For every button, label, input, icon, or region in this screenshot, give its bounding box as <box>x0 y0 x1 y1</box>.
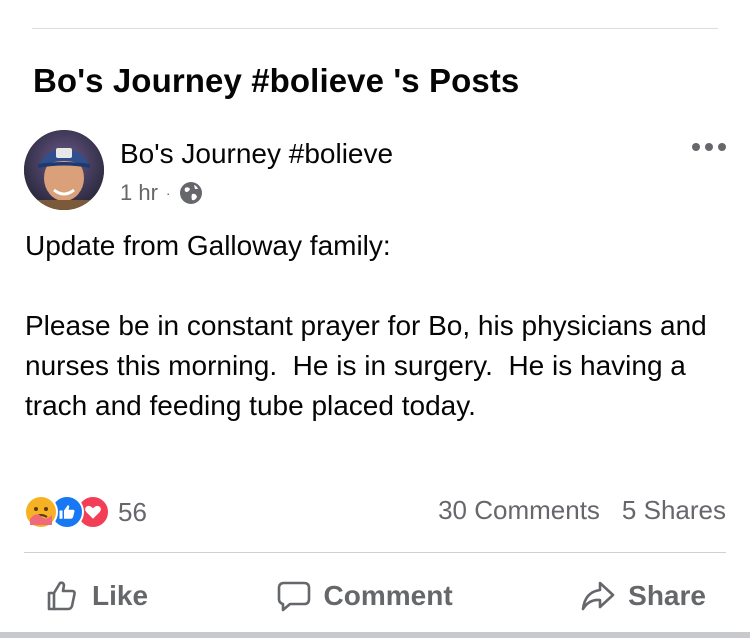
comment-label: Comment <box>323 580 453 611</box>
post-body: Update from Galloway family: Please be i… <box>25 226 725 426</box>
bottom-bar <box>0 632 750 638</box>
post-header: Bo's Journey #bolieve 1 hr · <box>24 128 726 212</box>
post-body-spacer <box>25 266 725 306</box>
comment-button[interactable]: Comment <box>256 578 473 614</box>
post-meta: 1 hr · <box>120 180 203 206</box>
page-title: Bo's Journey #bolieve 's Posts <box>33 62 520 99</box>
actions-divider <box>24 552 726 553</box>
share-arrow-icon <box>581 581 615 611</box>
reaction-count: 56 <box>118 496 147 527</box>
post-body-line: Update from Galloway family: <box>25 230 391 261</box>
meta-separator: · <box>165 185 171 201</box>
comments-count[interactable]: 30 Comments <box>438 495 600 526</box>
post-author[interactable]: Bo's Journey #bolieve <box>120 138 393 170</box>
shares-count[interactable]: 5 Shares <box>622 495 726 526</box>
dot <box>692 143 700 151</box>
post-body-line: Please be in constant prayer for Bo, his… <box>25 310 715 421</box>
globe-icon <box>179 182 202 204</box>
post-time[interactable]: 1 hr <box>120 180 158 206</box>
care-reaction-icon <box>24 495 58 529</box>
thumbs-up-icon <box>47 581 76 611</box>
share-button[interactable]: Share <box>560 578 726 614</box>
reactions-summary[interactable]: 56 <box>24 494 147 530</box>
post-stats: 56 30 Comments 5 Shares <box>24 492 726 532</box>
comment-bubble-icon <box>277 581 310 612</box>
post-actions: Like Comment Share <box>24 566 726 626</box>
engagement-counts: 30 Comments 5 Shares <box>438 495 726 526</box>
dot <box>705 143 713 151</box>
top-divider <box>32 28 718 29</box>
more-dots-icon[interactable] <box>692 138 726 156</box>
avatar[interactable] <box>24 130 104 210</box>
like-label: Like <box>92 580 149 611</box>
dot <box>718 143 726 151</box>
share-label: Share <box>628 580 706 611</box>
like-button[interactable]: Like <box>24 578 168 614</box>
